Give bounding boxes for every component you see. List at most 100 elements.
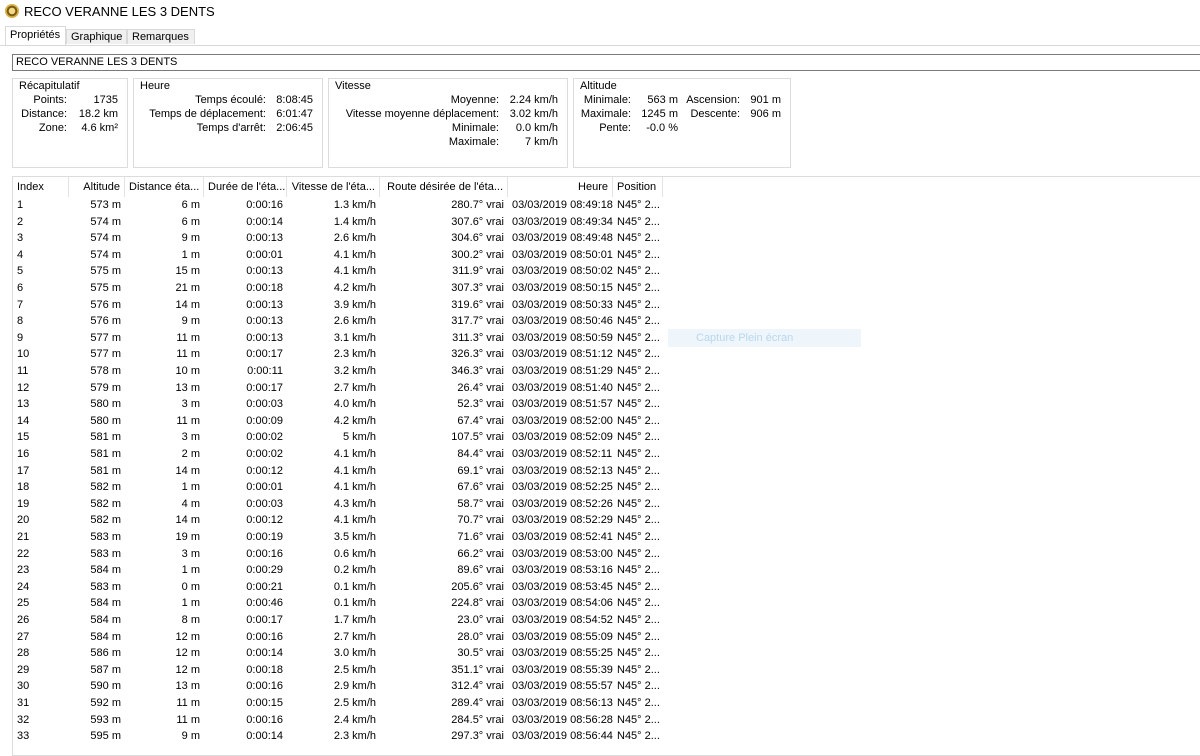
cell-time: 03/03/2019 08:49:48 (512, 232, 613, 245)
cell-position: N45° 2... (617, 580, 660, 593)
cell-index: 12 (17, 381, 30, 394)
table-row[interactable]: 8 576 m 9 m 0:00:13 2.6 km/h 317.7° vrai 03/03… (13, 313, 663, 330)
table-row[interactable]: 15 581 m 3 m 0:00:02 5 km/h 107.5° vrai 03/03/… (13, 429, 663, 446)
cell-distance: 11 m (176, 331, 200, 344)
trackpoint-table[interactable]: Index Altitude Distance éta... Durée de … (12, 176, 1200, 756)
table-row[interactable]: 17 581 m 14 m 0:00:12 4.1 km/h 69.1° vrai 03/0… (13, 463, 663, 480)
table-row[interactable]: 5 575 m 15 m 0:00:13 4.1 km/h 311.9° vrai 03/0… (13, 263, 663, 280)
table-row[interactable]: 22 583 m 3 m 0:00:16 0.6 km/h 66.2° vrai 03/03… (13, 546, 663, 563)
column-header-time[interactable]: Heure (508, 177, 613, 197)
panel-title: Altitude (580, 80, 617, 92)
cell-course: 70.7° vrai (457, 514, 504, 527)
table-row[interactable]: 24 583 m 0 m 0:00:21 0.1 km/h 205.6° vrai 03/0… (13, 579, 663, 596)
cell-distance: 13 m (175, 680, 200, 693)
cell-altitude: 581 m (90, 448, 121, 460)
table-row[interactable]: 19 582 m 4 m 0:00:03 4.3 km/h 58.7° vrai 03/03… (13, 496, 663, 513)
column-header-position[interactable]: Position (613, 177, 663, 197)
table-row[interactable]: 28 586 m 12 m 0:00:14 3.0 km/h 30.5° vrai 03/0… (13, 645, 663, 662)
cell-distance: 14 m (175, 514, 200, 527)
cell-duration: 0:00:12 (246, 464, 283, 477)
cell-duration: 0:00:13 (246, 232, 283, 245)
table-row[interactable]: 20 582 m 14 m 0:00:12 4.1 km/h 70.7° vrai 03/0… (13, 512, 663, 529)
cell-course: 317.7° vrai (451, 315, 504, 328)
table-row[interactable]: 6 575 m 21 m 0:00:18 4.2 km/h 307.3° vrai 03/0… (13, 280, 663, 297)
table-row[interactable]: 1 573 m 6 m 0:00:16 1.3 km/h 280.7° vrai 03/03… (13, 197, 663, 214)
column-header-course[interactable]: Route désirée de l'éta... (380, 177, 508, 197)
table-row[interactable]: 21 583 m 19 m 0:00:19 3.5 km/h 71.6° vrai 03/0… (13, 529, 663, 546)
cell-index: 14 (17, 414, 30, 427)
table-row[interactable]: 13 580 m 3 m 0:00:03 4.0 km/h 52.3° vrai 03/03… (13, 396, 663, 413)
cell-position: N45° 2... (617, 481, 660, 494)
cell-index: 25 (17, 597, 30, 610)
table-row[interactable]: 7 576 m 14 m 0:00:13 3.9 km/h 319.6° vrai 03/0… (13, 297, 663, 314)
label: Temps de déplacement: (149, 108, 266, 120)
cell-index: 26 (17, 614, 30, 626)
cell-speed: 2.7 km/h (333, 381, 376, 394)
cell-duration: 0:00:17 (246, 614, 283, 626)
cell-duration: 0:00:16 (246, 547, 283, 560)
column-header-duration[interactable]: Durée de l'éta... (204, 177, 287, 197)
table-row[interactable]: 32 593 m 11 m 0:00:16 2.4 km/h 284.5° vrai 03/… (13, 712, 663, 729)
table-row[interactable]: 27 584 m 12 m 0:00:16 2.7 km/h 28.0° vrai 03/0… (13, 629, 663, 646)
tab-remarques[interactable]: Remarques (127, 29, 195, 44)
table-row[interactable]: 30 590 m 13 m 0:00:16 2.9 km/h 312.4° vrai 03/… (13, 678, 663, 695)
cell-duration: 0:00:14 (246, 215, 283, 228)
table-row[interactable]: 11 578 m 10 m 0:00:11 3.2 km/h 346.3° vrai 03/… (13, 363, 663, 380)
cell-index: 27 (17, 630, 30, 643)
cell-course: 67.4° vrai (457, 414, 504, 427)
cell-duration: 0:00:02 (246, 431, 283, 444)
table-row[interactable]: 12 579 m 13 m 0:00:17 2.7 km/h 26.4° vrai 03/0… (13, 380, 663, 397)
cell-altitude: 590 m (90, 680, 121, 693)
cell-speed: 2.3 km/h (333, 730, 376, 743)
fullscreen-capture-tooltip: Capture Plein écran (668, 329, 861, 347)
alt-min-value: 563 m (647, 94, 678, 106)
table-row[interactable]: 18 582 m 1 m 0:00:01 4.1 km/h 67.6° vrai 03/03… (13, 479, 663, 496)
table-row[interactable]: 23 584 m 1 m 0:00:29 0.2 km/h 89.6° vrai 03/03… (13, 562, 663, 579)
table-row[interactable]: 4 574 m 1 m 0:00:01 4.1 km/h 300.2° vrai 03/03… (13, 247, 663, 264)
table-row[interactable]: 3 574 m 9 m 0:00:13 2.6 km/h 304.6° vrai 03/03… (13, 230, 663, 247)
tab-proprietes[interactable]: Propriétés (5, 26, 66, 45)
table-row[interactable]: 33 595 m 9 m 0:00:14 2.3 km/h 297.3° vrai 03/0… (13, 728, 663, 745)
table-row[interactable]: 26 584 m 8 m 0:00:17 1.7 km/h 23.0° vrai 03/03… (13, 612, 663, 629)
summary-panel: Récapitulatif Points: 1735 Distance: 18.… (12, 78, 128, 168)
cell-distance: 3 m (181, 547, 200, 560)
cell-altitude: 584 m (90, 564, 121, 577)
cell-altitude: 584 m (90, 597, 121, 610)
cell-speed: 2.9 km/h (333, 680, 376, 693)
cell-distance: 12 m (175, 647, 200, 660)
avg-moving-speed-value: 3.02 km/h (509, 108, 558, 120)
table-row[interactable]: 14 580 m 11 m 0:00:09 4.2 km/h 67.4° vrai 03/0… (13, 413, 663, 430)
table-row[interactable]: 16 581 m 2 m 0:00:02 4.1 km/h 84.4° vrai 03/03… (13, 446, 663, 463)
tab-graphique[interactable]: Graphique (66, 29, 127, 44)
cell-speed: 2.6 km/h (333, 232, 376, 245)
cell-distance: 13 m (175, 381, 200, 394)
table-row[interactable]: 25 584 m 1 m 0:00:46 0.1 km/h 224.8° vrai 03/0… (13, 595, 663, 612)
cell-position: N45° 2... (617, 348, 660, 361)
column-header-speed[interactable]: Vitesse de l'éta... (287, 177, 380, 197)
cell-altitude: 574 m (90, 248, 121, 261)
cell-time: 03/03/2019 08:53:45 (512, 580, 613, 593)
cell-altitude: 592 m (90, 697, 121, 709)
column-header-index[interactable]: Index (13, 177, 69, 197)
cell-course: 58.7° vrai (457, 497, 504, 510)
cell-index: 23 (17, 564, 30, 577)
table-row[interactable]: 10 577 m 11 m 0:00:17 2.3 km/h 326.3° vrai 03/… (13, 346, 663, 363)
cell-duration: 0:00:13 (246, 315, 283, 328)
ascent-value: 901 m (750, 94, 781, 106)
table-row[interactable]: 2 574 m 6 m 0:00:14 1.4 km/h 307.6° vrai 03/03… (13, 214, 663, 231)
cell-position: N45° 2... (617, 713, 660, 726)
column-header-altitude[interactable]: Altitude (69, 177, 125, 197)
table-row[interactable]: 31 592 m 11 m 0:00:15 2.5 km/h 289.4° vrai 03/… (13, 695, 663, 712)
table-row[interactable]: 29 587 m 12 m 0:00:18 2.5 km/h 351.1° vrai 03/… (13, 662, 663, 679)
cell-distance: 3 m (181, 398, 200, 411)
min-speed-value: 0.0 km/h (515, 122, 558, 134)
cell-speed: 4.1 km/h (333, 265, 376, 278)
cell-time: 03/03/2019 08:52:25 (512, 481, 613, 494)
cell-duration: 0:00:16 (246, 630, 283, 643)
cell-distance: 14 m (175, 464, 200, 477)
column-header-distance[interactable]: Distance éta... (125, 177, 204, 197)
cell-course: 297.3° vrai (451, 730, 504, 743)
max-speed-value: 7 km/h (524, 136, 558, 148)
track-name-field[interactable]: RECO VERANNE LES 3 DENTS (12, 54, 1200, 71)
table-row[interactable]: 9 577 m 11 m 0:00:13 3.1 km/h 311.3° vrai 03/0… (13, 330, 663, 347)
